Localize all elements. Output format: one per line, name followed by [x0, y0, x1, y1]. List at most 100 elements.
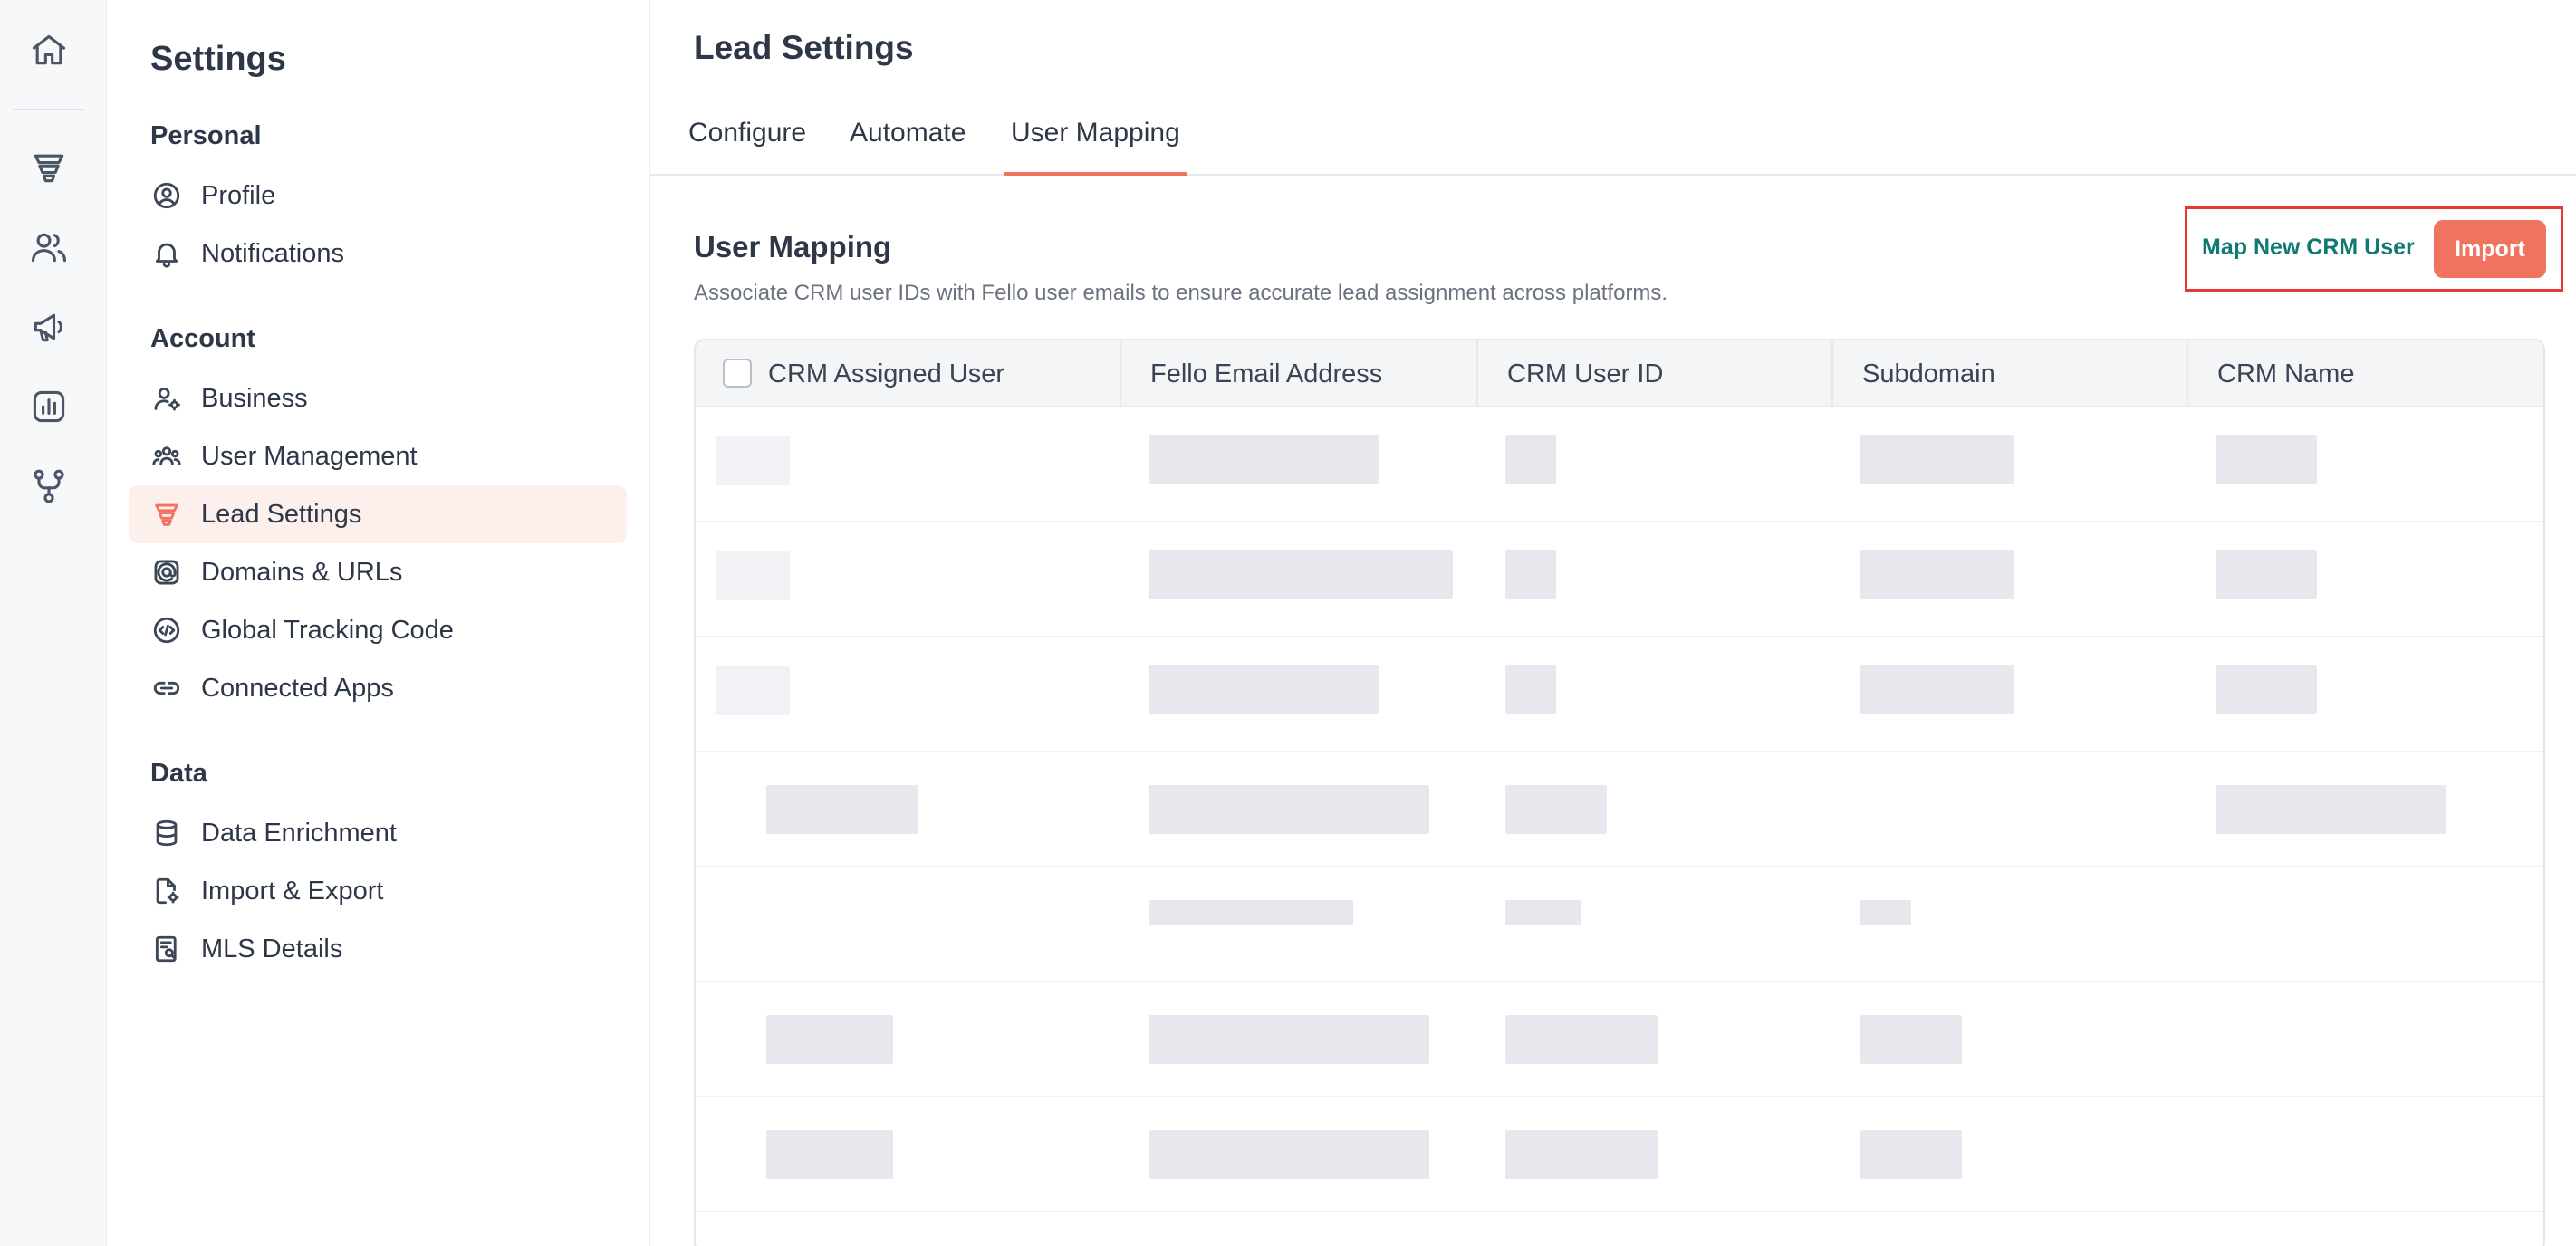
sidebar-item-notifications[interactable]: Notifications — [129, 225, 627, 283]
obscured-cell — [1505, 665, 1556, 714]
obscured-cell — [2216, 550, 2317, 599]
workflow-icon[interactable] — [26, 464, 72, 509]
column-header-crm-name[interactable]: CRM Name — [2188, 340, 2543, 407]
sidebar-item-label: Lead Settings — [201, 499, 362, 529]
user-circle-icon — [150, 179, 183, 212]
obscured-cell — [1860, 435, 2014, 484]
column-header-user-id[interactable]: CRM User ID — [1478, 340, 1833, 407]
user-gear-icon — [150, 382, 183, 415]
obscured-cell — [1149, 665, 1379, 714]
obscured-cell — [2216, 665, 2317, 714]
sidebar-item-label: Profile — [201, 180, 276, 210]
obscured-cell — [1505, 1130, 1658, 1179]
sidebar-item-tracking-code[interactable]: Global Tracking Code — [129, 601, 627, 659]
tab-automate[interactable]: Automate — [842, 118, 973, 176]
at-sign-icon — [150, 556, 183, 589]
table-row[interactable] — [696, 522, 2543, 637]
column-header-label: CRM Assigned User — [768, 359, 1005, 388]
sidebar-item-label: Import & Export — [201, 876, 384, 906]
obscured-cell — [2216, 785, 2446, 834]
obscured-cell — [766, 785, 918, 834]
user-mapping-table: CRM Assigned User Fello Email Address CR… — [694, 339, 2545, 1246]
obscured-cell — [1149, 435, 1379, 484]
code-icon — [150, 614, 183, 647]
sidebar-item-label: Notifications — [201, 238, 344, 268]
import-button[interactable]: Import — [2434, 220, 2546, 278]
bell-icon — [150, 237, 183, 270]
section-label-personal: Personal — [150, 121, 262, 150]
obscured-cell — [1505, 785, 1607, 834]
obscured-cell — [1149, 1130, 1429, 1179]
table-row[interactable] — [696, 407, 2543, 522]
sidebar-item-connected-apps[interactable]: Connected Apps — [129, 659, 627, 717]
users-group-icon — [150, 440, 183, 473]
obscured-cell — [1860, 900, 1911, 925]
sidebar-item-domains[interactable]: Domains & URLs — [129, 543, 627, 601]
settings-sidebar: Settings Personal Profile Notifications … — [107, 0, 650, 1246]
sidebar-item-user-management[interactable]: User Management — [129, 427, 627, 485]
obscured-cell — [716, 551, 790, 600]
table-row[interactable] — [696, 752, 2543, 867]
obscured-cell — [2216, 435, 2317, 484]
rail-divider — [13, 109, 85, 110]
sidebar-item-profile[interactable]: Profile — [129, 167, 627, 225]
column-header-email[interactable]: Fello Email Address — [1121, 340, 1478, 407]
tab-bar: Configure Automate User Mapping — [650, 109, 2576, 176]
table-row[interactable] — [696, 637, 2543, 752]
obscured-cell — [1505, 435, 1556, 484]
table-row[interactable] — [696, 1097, 2543, 1212]
database-icon — [150, 817, 183, 849]
sidebar-item-label: Data Enrichment — [201, 818, 397, 848]
table-row[interactable] — [696, 982, 2543, 1097]
column-header-crm-user[interactable]: CRM Assigned User — [696, 340, 1121, 407]
obscured-cell — [716, 666, 790, 715]
obscured-cell — [766, 1015, 893, 1064]
table-row[interactable] — [696, 867, 2543, 982]
sidebar-item-label: Connected Apps — [201, 673, 394, 703]
obscured-cell — [1149, 900, 1353, 925]
map-new-crm-user-link[interactable]: Map New CRM User — [2202, 235, 2415, 261]
obscured-cell — [1860, 1015, 1962, 1064]
obscured-cell — [1860, 1130, 1962, 1179]
sidebar-item-import-export[interactable]: Import & Export — [129, 862, 627, 920]
sidebar-item-label: Domains & URLs — [201, 557, 403, 587]
obscured-cell — [1149, 1015, 1429, 1064]
column-header-label: CRM Name — [2217, 359, 2355, 388]
file-gear-icon — [150, 875, 183, 907]
megaphone-icon[interactable] — [26, 304, 72, 350]
sidebar-item-label: Global Tracking Code — [201, 615, 454, 645]
obscured-cell — [1149, 785, 1429, 834]
column-header-label: Subdomain — [1862, 359, 1995, 388]
section-label-account: Account — [150, 324, 255, 353]
obscured-cell — [1149, 550, 1453, 599]
home-icon[interactable] — [26, 27, 72, 72]
section-description: Associate CRM user IDs with Fello user e… — [694, 281, 1668, 305]
section-title: User Mapping — [694, 230, 892, 264]
sidebar-item-business[interactable]: Business — [129, 369, 627, 427]
tab-user-mapping[interactable]: User Mapping — [1004, 118, 1187, 176]
funnel-icon[interactable] — [26, 145, 72, 190]
section-label-data: Data — [150, 759, 207, 788]
column-header-subdomain[interactable]: Subdomain — [1833, 340, 2188, 407]
actions-highlight: Map New CRM User Import — [2185, 206, 2563, 292]
sidebar-item-lead-settings[interactable]: Lead Settings — [129, 485, 627, 543]
tab-configure[interactable]: Configure — [681, 118, 813, 176]
obscured-cell — [1860, 665, 2014, 714]
select-all-checkbox[interactable] — [723, 359, 752, 388]
obscured-cell — [1505, 550, 1556, 599]
sidebar-item-data-enrichment[interactable]: Data Enrichment — [129, 804, 627, 862]
obscured-cell — [766, 1130, 893, 1179]
link-icon — [150, 672, 183, 704]
sidebar-item-label: User Management — [201, 441, 418, 471]
page-title: Lead Settings — [694, 29, 914, 66]
column-header-label: Fello Email Address — [1150, 359, 1383, 388]
icon-rail — [0, 0, 107, 1246]
column-header-label: CRM User ID — [1507, 359, 1664, 388]
users-icon[interactable] — [26, 225, 72, 270]
sidebar-item-mls-details[interactable]: MLS Details — [129, 920, 627, 978]
main-content: Lead Settings Configure Automate User Ma… — [650, 0, 2576, 1246]
obscured-cell — [1860, 550, 2014, 599]
funnel-icon — [150, 498, 183, 531]
analytics-icon[interactable] — [26, 384, 72, 429]
obscured-cell — [1505, 900, 1581, 925]
